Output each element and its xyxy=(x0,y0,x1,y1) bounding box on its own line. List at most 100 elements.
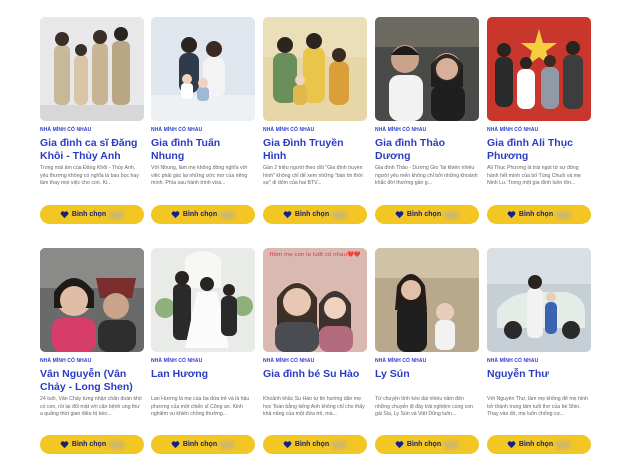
family-description: Gần 2 triệu người theo dõi "Gia đình tru… xyxy=(263,165,363,187)
family-photo-image xyxy=(263,248,367,352)
family-photo[interactable] xyxy=(375,248,479,352)
vote-label: Bình chọn xyxy=(406,441,442,448)
family-name[interactable]: Gia Đình Truyền Hình xyxy=(263,137,367,162)
family-name[interactable]: Gia đình bé Su Hào xyxy=(263,368,367,393)
family-photo-image xyxy=(375,17,479,121)
heart-icon xyxy=(283,441,292,449)
family-photo[interactable]: Hôm mẹ con lo lướt có nhau❤️❤️ xyxy=(263,248,367,352)
family-description: Gia đình Thảo - Dương Gio Tai khiến nhiề… xyxy=(375,165,478,187)
vote-button[interactable]: Bình chọn xyxy=(487,205,591,224)
family-photo-image xyxy=(487,248,591,352)
family-photo[interactable] xyxy=(40,248,144,352)
vote-button[interactable]: Bình chọn xyxy=(375,435,479,454)
heart-icon xyxy=(283,211,292,219)
card-tag: nhà mình có nhau xyxy=(375,358,427,364)
heart-icon xyxy=(507,441,516,449)
vote-label: Bình chọn xyxy=(294,441,330,448)
family-photo[interactable] xyxy=(40,17,144,121)
family-description: Lan Hương là mẹ của ba đứa trẻ và là hậu… xyxy=(151,396,250,418)
heart-icon xyxy=(60,211,69,219)
family-description: Với Nhung, làm mẹ không đồng nghĩa với v… xyxy=(151,165,248,187)
family-photo-image xyxy=(263,17,367,121)
vote-count-blurred xyxy=(220,210,236,219)
family-photo-image xyxy=(375,248,479,352)
vote-label: Bình chọn xyxy=(182,211,218,218)
card-tag: nhà mình có nhau xyxy=(375,127,427,133)
card-tag: nhà mình có nhau xyxy=(151,358,203,364)
family-card[interactable]: nhà mình có nhau Gia Đình Truyền Hình Gầ… xyxy=(263,17,367,224)
vote-button[interactable]: Bình chọn xyxy=(40,435,144,454)
family-photo-image xyxy=(487,17,591,121)
family-name[interactable]: Gia đình Tuấn Nhung xyxy=(151,137,255,162)
vote-button[interactable]: Bình chọn xyxy=(151,205,255,224)
heart-icon xyxy=(60,441,69,449)
heart-icon xyxy=(395,441,404,449)
family-description: Từ chuyện tình kéo dài nhiều năm đến nhữ… xyxy=(375,396,474,418)
family-description: Với Nguyễn Thư, làm mẹ không để mẹ hình … xyxy=(487,396,589,418)
vote-label: Bình chọn xyxy=(518,441,554,448)
vote-count-blurred xyxy=(332,440,348,449)
family-name[interactable]: Gia đình ca sĩ Đăng Khôi - Thủy Anh xyxy=(40,137,144,162)
vote-label: Bình chọn xyxy=(294,211,330,218)
family-photo-image xyxy=(151,17,255,121)
family-photo[interactable] xyxy=(263,17,367,121)
vote-label: Bình chọn xyxy=(518,211,554,218)
family-photo[interactable] xyxy=(487,17,591,121)
vote-button[interactable]: Bình chọn xyxy=(375,205,479,224)
family-photo-image xyxy=(40,248,144,352)
heart-icon xyxy=(507,211,516,219)
family-card[interactable]: nhà mình có nhau Vân Nguyễn (Vân Chảy - … xyxy=(40,248,144,454)
family-name[interactable]: Nguyễn Thư xyxy=(487,368,591,393)
family-name[interactable]: Lan Hương xyxy=(151,368,255,393)
family-description: 24 tuổi, Vân Chảy từng nhận chẩn đoán kh… xyxy=(40,396,142,418)
vote-button[interactable]: Bình chọn xyxy=(487,435,591,454)
card-tag: nhà mình có nhau xyxy=(40,127,92,133)
vote-count-blurred xyxy=(109,210,125,219)
family-photo[interactable] xyxy=(151,17,255,121)
family-photo-image xyxy=(40,17,144,121)
family-card[interactable]: Hôm mẹ con lo lướt có nhau❤️❤️ nhà mình … xyxy=(263,248,367,454)
card-tag: nhà mình có nhau xyxy=(487,358,539,364)
vote-button[interactable]: Bình chọn xyxy=(151,435,255,454)
vote-label: Bình chọn xyxy=(406,211,442,218)
card-tag: nhà mình có nhau xyxy=(40,358,92,364)
vote-count-blurred xyxy=(444,440,460,449)
family-card[interactable]: nhà mình có nhau Gia đình Tuấn Nhung Với… xyxy=(151,17,255,224)
vote-label: Bình chọn xyxy=(182,441,218,448)
card-tag: nhà mình có nhau xyxy=(263,358,315,364)
vote-count-blurred xyxy=(332,210,348,219)
family-name[interactable]: Gia đình Ali Thục Phương xyxy=(487,137,591,162)
family-name[interactable]: Ly Sún xyxy=(375,368,479,393)
card-tag: nhà mình có nhau xyxy=(487,127,539,133)
family-photo[interactable] xyxy=(151,248,255,352)
vote-button[interactable]: Bình chọn xyxy=(263,435,367,454)
family-card[interactable]: nhà mình có nhau Ly Sún Từ chuyện tình k… xyxy=(375,248,479,454)
family-description: Khoảnh khắc Su Hào tự tin hướng dẫn mẹ h… xyxy=(263,396,365,418)
family-photo-image xyxy=(151,248,255,352)
family-description: Trong mái ấm của Đăng Khôi - Thủy Anh, y… xyxy=(40,165,139,187)
family-description: Ali Thục Phương là trái ngọt từ sự đồng … xyxy=(487,165,581,187)
vote-count-blurred xyxy=(556,440,572,449)
vote-label: Bình chọn xyxy=(71,211,107,218)
family-card[interactable]: nhà mình có nhau Nguyễn Thư Với Nguyễn T… xyxy=(487,248,591,454)
family-card[interactable]: nhà mình có nhau Gia đình Ali Thục Phươn… xyxy=(487,17,591,224)
family-name[interactable]: Gia đình Thảo Dương xyxy=(375,137,479,162)
family-photo[interactable] xyxy=(487,248,591,352)
family-card[interactable]: nhà mình có nhau Gia đình Thảo Dương Gia… xyxy=(375,17,479,224)
vote-label: Bình chọn xyxy=(71,441,107,448)
card-tag: nhà mình có nhau xyxy=(151,127,203,133)
vote-count-blurred xyxy=(556,210,572,219)
heart-icon xyxy=(395,211,404,219)
family-card[interactable]: nhà mình có nhau Lan Hương Lan Hương là … xyxy=(151,248,255,454)
heart-icon xyxy=(171,441,180,449)
family-card-grid: nhà mình có nhau Gia đình ca sĩ Đăng Khô… xyxy=(0,0,640,469)
family-photo[interactable] xyxy=(375,17,479,121)
photo-overlay-caption: Hôm mẹ con lo lướt có nhau❤️❤️ xyxy=(269,252,361,258)
vote-button[interactable]: Bình chọn xyxy=(40,205,144,224)
card-tag: nhà mình có nhau xyxy=(263,127,315,133)
family-card[interactable]: nhà mình có nhau Gia đình ca sĩ Đăng Khô… xyxy=(40,17,144,224)
heart-icon xyxy=(171,211,180,219)
family-name[interactable]: Vân Nguyễn (Vân Chảy - Long Shen) xyxy=(40,368,144,393)
vote-count-blurred xyxy=(220,440,236,449)
vote-button[interactable]: Bình chọn xyxy=(263,205,367,224)
